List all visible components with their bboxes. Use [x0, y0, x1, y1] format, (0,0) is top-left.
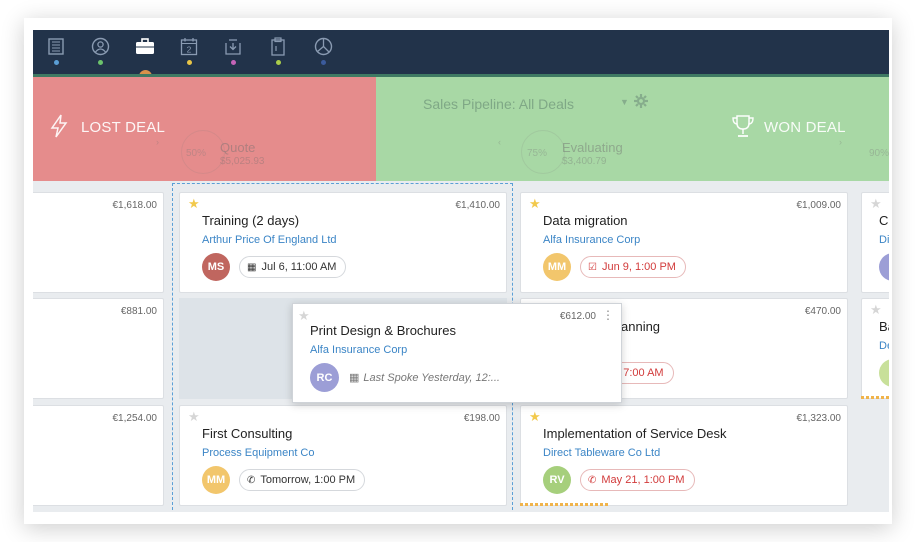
deal-title[interactable]: Print Design & Brochures [310, 323, 456, 338]
calendar-icon[interactable]: 2 [178, 36, 200, 56]
deal-title[interactable]: Cr [879, 213, 889, 228]
stage-amount: $3,400.79 [562, 156, 607, 167]
chevron-right-icon: ‹ [498, 137, 501, 147]
documents-icon[interactable] [267, 36, 289, 56]
activity-label: Jul 6, 11:00 AM [261, 261, 337, 273]
deal-card[interactable]: ★ Ba De F [861, 298, 889, 399]
deal-amount: €1,009.00 [796, 200, 842, 211]
deal-amount: €1,254.00 [112, 413, 158, 424]
deal-amount: €1,323.00 [796, 413, 842, 424]
star-icon[interactable]: ★ [870, 197, 882, 210]
deal-organization[interactable]: Direct Tableware Co Ltd [543, 447, 660, 459]
deal-title[interactable]: Training (2 days) [202, 213, 299, 228]
avatar[interactable]: MS [202, 253, 230, 281]
activity-label: May 21, 1:00 PM [601, 474, 685, 486]
calendar-day-number: 2 [187, 44, 192, 54]
building-icon[interactable] [45, 36, 67, 56]
star-icon[interactable]: ★ [870, 303, 882, 316]
deal-organization[interactable]: De [879, 340, 889, 352]
deal-organization[interactable]: Di [879, 234, 889, 246]
deal-card[interactable]: €1,618.00 [33, 192, 164, 293]
deal-amount: €1,410.00 [455, 200, 501, 211]
avatar[interactable]: RC [310, 363, 339, 392]
deal-amount: €198.00 [463, 413, 500, 424]
avatar[interactable]: F [879, 359, 889, 387]
deal-organization[interactable]: Alfa Insurance Corp [543, 234, 640, 246]
deal-card[interactable]: ★ €198.00 First Consulting Process Equip… [179, 405, 507, 506]
deal-organization[interactable]: Arthur Price Of England Ltd [202, 234, 337, 246]
avatar[interactable]: RV [543, 466, 571, 494]
more-options-icon[interactable]: ⋮ [602, 308, 614, 322]
avatar[interactable]: R [879, 253, 889, 281]
nav-dot [98, 60, 103, 65]
deal-card[interactable]: €881.00 [33, 298, 164, 399]
lost-deal-label: LOST DEAL [81, 119, 166, 136]
gear-icon[interactable] [633, 93, 649, 114]
inbox-icon[interactable] [222, 36, 244, 56]
deal-card[interactable]: ★ Cr Di R [861, 192, 889, 293]
star-icon[interactable]: ★ [298, 308, 310, 324]
lightning-icon [49, 114, 69, 143]
deal-title[interactable]: Ba [879, 319, 889, 334]
stage-probability: 50% [186, 148, 207, 159]
deal-title[interactable]: anning [621, 319, 660, 334]
last-spoke-status: ▦ Last Spoke Yesterday, 12:... [349, 371, 500, 384]
chevron-right-icon: › [839, 137, 842, 147]
calendar-icon: ▦ [349, 372, 360, 384]
activity-label: Jun 9, 1:00 PM [601, 261, 676, 273]
stage-probability: 75% [527, 148, 548, 159]
star-icon[interactable]: ★ [529, 410, 541, 423]
won-deal-label: WON DEAL [764, 119, 846, 136]
stage-name: Quote [220, 140, 256, 155]
chevron-right-icon: › [156, 137, 159, 147]
activity-badge[interactable]: ✆ Tomorrow, 1:00 PM [239, 469, 366, 491]
deal-card[interactable]: ★ €1,410.00 Training (2 days) Arthur Pri… [179, 192, 507, 293]
stage-amount: $5,025.93 [220, 156, 265, 167]
stage-probability: 90% [869, 148, 889, 159]
deal-card[interactable]: €1,254.00 [33, 405, 164, 506]
deal-amount: €1,618.00 [112, 200, 158, 211]
activity-badge[interactable]: ✆ May 21, 1:00 PM [580, 469, 695, 491]
star-icon[interactable]: ★ [188, 410, 200, 423]
rotting-indicator [520, 503, 608, 506]
star-icon[interactable]: ★ [188, 197, 200, 210]
pipedrive-app: 2 LOST DEAL WON DEAL Sales Pipeline: All… [33, 30, 889, 512]
chevron-down-icon[interactable]: ▼ [620, 97, 629, 107]
contacts-icon[interactable] [89, 36, 111, 56]
nav-dot [321, 60, 326, 65]
phone-icon: ✆ [247, 474, 256, 486]
star-icon[interactable]: ★ [529, 197, 541, 210]
deal-amount: €612.00 [559, 311, 596, 322]
avatar[interactable]: MM [543, 253, 571, 281]
deal-organization[interactable]: Alfa Insurance Corp [310, 344, 407, 356]
deal-title[interactable]: Data migration [543, 213, 628, 228]
activity-badge[interactable]: ☑ Jun 9, 1:00 PM [580, 256, 686, 278]
deals-briefcase-icon[interactable] [134, 36, 156, 56]
trophy-icon [730, 113, 756, 144]
task-checkbox-icon: ☑ [588, 261, 597, 273]
reports-icon[interactable] [312, 36, 334, 56]
rotting-indicator [861, 396, 889, 399]
avatar[interactable]: MM [202, 466, 230, 494]
deal-title[interactable]: First Consulting [202, 426, 292, 441]
deal-amount: €881.00 [120, 306, 157, 317]
activity-badge[interactable]: ▦ Jul 6, 11:00 AM [239, 256, 347, 278]
last-spoke-label: Last Spoke Yesterday, 12:... [363, 372, 500, 384]
deal-card[interactable]: ★ €1,009.00 Data migration Alfa Insuranc… [520, 192, 848, 293]
calendar-icon: ▦ [247, 261, 257, 273]
dragged-deal-card[interactable]: ★ €612.00 ⋮ Print Design & Brochures Alf… [292, 303, 622, 403]
top-navigation: 2 [33, 30, 889, 83]
activity-label: Tomorrow, 1:00 PM [260, 474, 356, 486]
nav-dot [276, 60, 281, 65]
deal-amount: €470.00 [804, 306, 841, 317]
nav-dot [231, 60, 236, 65]
deal-organization[interactable]: Process Equipment Co [202, 447, 315, 459]
stage-name: Evaluating [562, 140, 623, 155]
nav-dot [187, 60, 192, 65]
deal-card[interactable]: ★ €1,323.00 Implementation of Service De… [520, 405, 848, 506]
deal-title[interactable]: Implementation of Service Desk [543, 426, 727, 441]
phone-icon: ✆ [588, 474, 597, 486]
pipeline-title[interactable]: Sales Pipeline: All Deals [423, 96, 574, 112]
nav-dot [54, 60, 59, 65]
